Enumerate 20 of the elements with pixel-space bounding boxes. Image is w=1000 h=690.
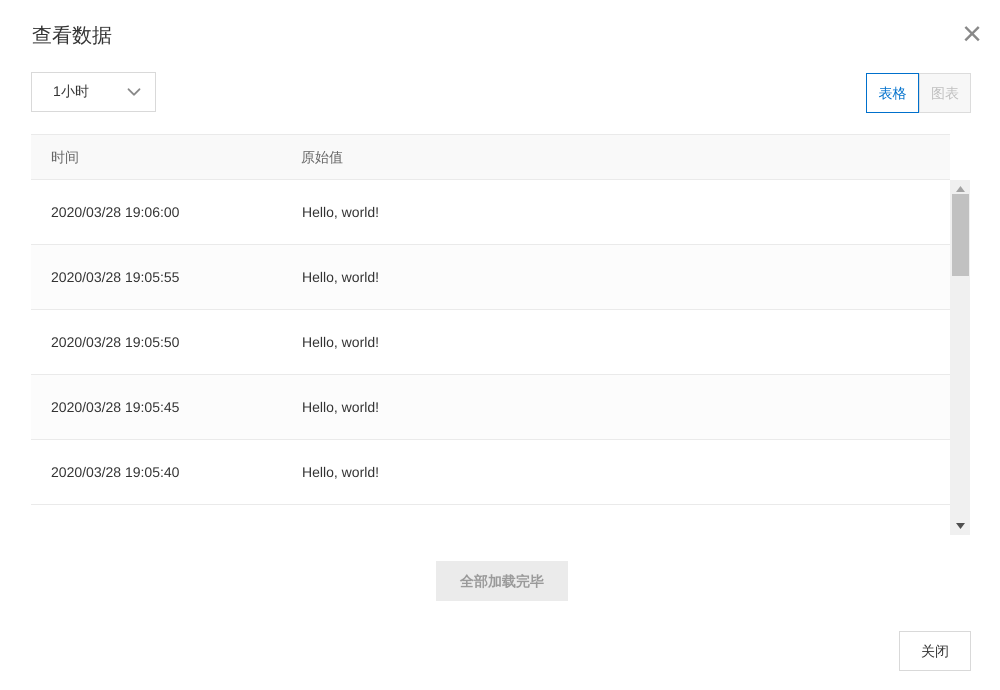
table-cell-text: 2020/03/28 19:05:40 (50, 462, 180, 482)
table-cell-text: 2020/03/28 19:05:55 (50, 268, 180, 286)
table-cell-text: Hello, world! (301, 268, 380, 286)
table-cell-text: Hello, world! (301, 202, 380, 222)
scroll-down-icon[interactable] (956, 523, 964, 529)
table-cell-text: 2020/03/28 19:05:45 (50, 398, 180, 416)
table-cell-text: Hello, world! (301, 398, 380, 416)
time-range-select[interactable]: 1小时 (31, 72, 156, 112)
close-button[interactable]: 关闭 (899, 631, 971, 671)
column-header: 时间 (50, 148, 80, 166)
scroll-up-icon[interactable] (956, 186, 964, 192)
view-tab[interactable]: 表格 (866, 73, 919, 113)
dialog-title: 查看数据 (32, 24, 112, 49)
table-cell-text: 2020/03/28 19:05:50 (50, 332, 180, 352)
column-header: 原始值 (300, 148, 343, 166)
table-cell-text: Hello, world! (301, 462, 380, 482)
scrollbar-thumb[interactable] (952, 194, 968, 276)
table-cell-text: 2020/03/28 19:06:00 (50, 202, 180, 222)
table-cell-text: Hello, world! (301, 332, 380, 352)
scrollbar[interactable] (950, 180, 970, 535)
